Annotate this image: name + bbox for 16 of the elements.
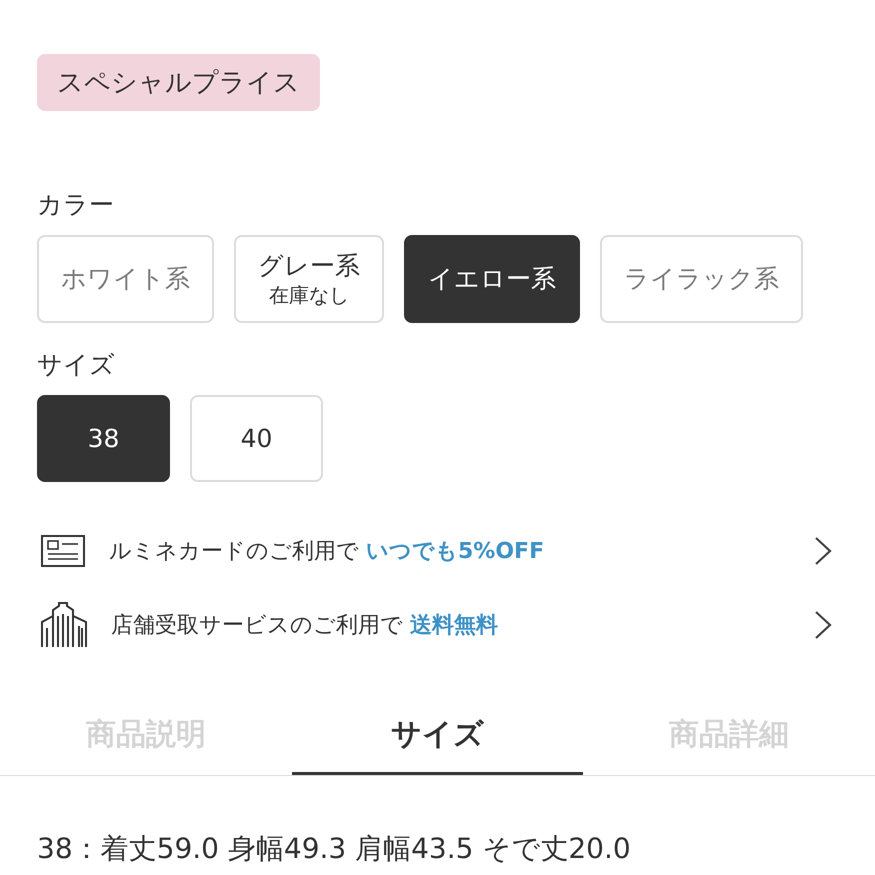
card-icon — [41, 535, 85, 567]
buildings-icon — [41, 602, 87, 648]
chevron-right-icon[interactable] — [814, 610, 832, 640]
chevron-right-icon[interactable] — [814, 536, 832, 566]
color-option-button[interactable]: イエロー系 — [404, 235, 580, 323]
promo-text: ルミネカードのご利用で いつでも5%OFF — [109, 538, 546, 566]
promo-text: 店舗受取サービスのご利用で 送料無料 — [111, 612, 499, 640]
size-option-button[interactable]: 40 — [190, 395, 323, 482]
color-option-button[interactable]: グレー系 在庫なし — [234, 235, 384, 323]
size-measurements: 38：着丈59.0 身幅49.3 肩幅43.5 そで丈20.0 — [37, 832, 632, 866]
color-option-button[interactable]: ホワイト系 — [37, 235, 214, 323]
color-option-button[interactable]: ライラック系 — [600, 235, 803, 323]
color-label: カラー — [37, 190, 115, 220]
size-option-button[interactable]: 38 — [37, 395, 170, 482]
special-price-badge: スペシャルプライス — [37, 54, 320, 111]
size-label: サイズ — [37, 350, 116, 380]
